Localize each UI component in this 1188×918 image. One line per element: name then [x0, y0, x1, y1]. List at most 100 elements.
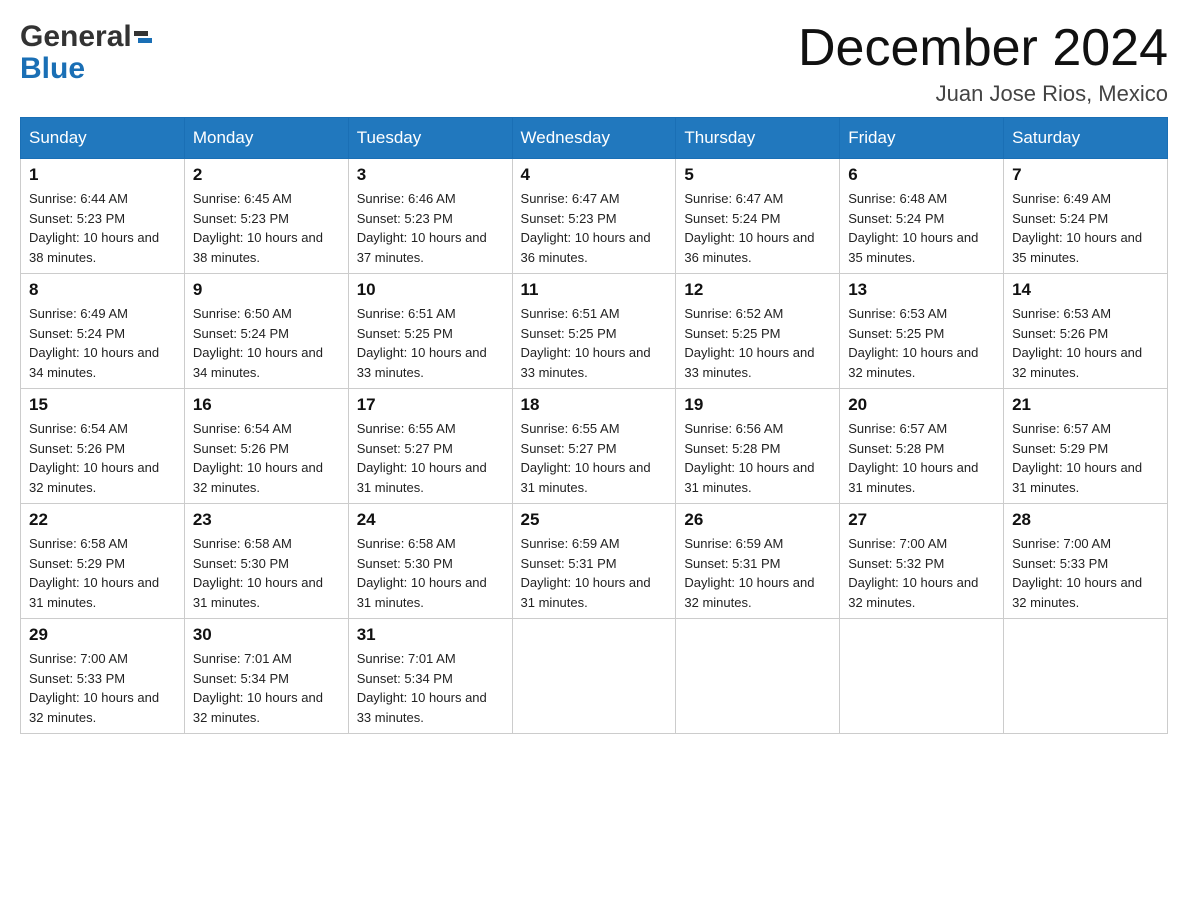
day-number: 11 — [521, 280, 668, 300]
day-info: Sunrise: 7:01 AMSunset: 5:34 PMDaylight:… — [357, 649, 504, 727]
day-number: 13 — [848, 280, 995, 300]
calendar-cell: 30 Sunrise: 7:01 AMSunset: 5:34 PMDayligh… — [184, 619, 348, 734]
calendar-cell — [840, 619, 1004, 734]
header-monday: Monday — [184, 118, 348, 159]
day-info: Sunrise: 6:53 AMSunset: 5:25 PMDaylight:… — [848, 304, 995, 382]
day-info: Sunrise: 6:49 AMSunset: 5:24 PMDaylight:… — [1012, 189, 1159, 267]
day-info: Sunrise: 6:49 AMSunset: 5:24 PMDaylight:… — [29, 304, 176, 382]
calendar-cell: 28 Sunrise: 7:00 AMSunset: 5:33 PMDayligh… — [1004, 504, 1168, 619]
day-info: Sunrise: 6:59 AMSunset: 5:31 PMDaylight:… — [521, 534, 668, 612]
calendar-cell: 17 Sunrise: 6:55 AMSunset: 5:27 PMDayligh… — [348, 389, 512, 504]
calendar-cell: 27 Sunrise: 7:00 AMSunset: 5:32 PMDayligh… — [840, 504, 1004, 619]
month-title: December 2024 — [798, 20, 1168, 77]
week-row-1: 1 Sunrise: 6:44 AMSunset: 5:23 PMDaylight… — [21, 159, 1168, 274]
day-info: Sunrise: 6:48 AMSunset: 5:24 PMDaylight:… — [848, 189, 995, 267]
day-number: 5 — [684, 165, 831, 185]
day-number: 7 — [1012, 165, 1159, 185]
calendar-cell — [676, 619, 840, 734]
calendar-cell: 24 Sunrise: 6:58 AMSunset: 5:30 PMDayligh… — [348, 504, 512, 619]
day-number: 30 — [193, 625, 340, 645]
header-saturday: Saturday — [1004, 118, 1168, 159]
day-number: 1 — [29, 165, 176, 185]
day-number: 10 — [357, 280, 504, 300]
calendar-cell: 7 Sunrise: 6:49 AMSunset: 5:24 PMDaylight… — [1004, 159, 1168, 274]
day-number: 9 — [193, 280, 340, 300]
day-info: Sunrise: 6:58 AMSunset: 5:30 PMDaylight:… — [357, 534, 504, 612]
day-number: 23 — [193, 510, 340, 530]
day-number: 29 — [29, 625, 176, 645]
calendar-cell: 23 Sunrise: 6:58 AMSunset: 5:30 PMDayligh… — [184, 504, 348, 619]
week-row-2: 8 Sunrise: 6:49 AMSunset: 5:24 PMDaylight… — [21, 274, 1168, 389]
day-number: 27 — [848, 510, 995, 530]
day-number: 24 — [357, 510, 504, 530]
calendar-cell: 10Sunrise: 6:51 AMSunset: 5:25 PMDayligh… — [348, 274, 512, 389]
week-row-4: 22 Sunrise: 6:58 AMSunset: 5:29 PMDayligh… — [21, 504, 1168, 619]
day-info: Sunrise: 6:58 AMSunset: 5:30 PMDaylight:… — [193, 534, 340, 612]
logo-text-general: General — [20, 20, 132, 54]
day-number: 18 — [521, 395, 668, 415]
logo: General Blue — [20, 20, 152, 86]
day-info: Sunrise: 6:51 AMSunset: 5:25 PMDaylight:… — [521, 304, 668, 382]
day-info: Sunrise: 6:53 AMSunset: 5:26 PMDaylight:… — [1012, 304, 1159, 382]
day-number: 4 — [521, 165, 668, 185]
day-number: 8 — [29, 280, 176, 300]
day-info: Sunrise: 6:54 AMSunset: 5:26 PMDaylight:… — [193, 419, 340, 497]
day-info: Sunrise: 6:47 AMSunset: 5:23 PMDaylight:… — [521, 189, 668, 267]
day-info: Sunrise: 6:54 AMSunset: 5:26 PMDaylight:… — [29, 419, 176, 497]
day-number: 22 — [29, 510, 176, 530]
calendar-cell: 16 Sunrise: 6:54 AMSunset: 5:26 PMDayligh… — [184, 389, 348, 504]
day-number: 21 — [1012, 395, 1159, 415]
calendar-cell: 31 Sunrise: 7:01 AMSunset: 5:34 PMDayligh… — [348, 619, 512, 734]
page-header: General Blue December 2024 Juan Jose Rio… — [20, 20, 1168, 107]
day-info: Sunrise: 7:00 AMSunset: 5:33 PMDaylight:… — [1012, 534, 1159, 612]
calendar-cell: 14Sunrise: 6:53 AMSunset: 5:26 PMDayligh… — [1004, 274, 1168, 389]
day-info: Sunrise: 6:44 AMSunset: 5:23 PMDaylight:… — [29, 189, 176, 267]
weekday-header-row: Sunday Monday Tuesday Wednesday Thursday… — [21, 118, 1168, 159]
calendar-cell: 21 Sunrise: 6:57 AMSunset: 5:29 PMDayligh… — [1004, 389, 1168, 504]
day-info: Sunrise: 6:57 AMSunset: 5:28 PMDaylight:… — [848, 419, 995, 497]
day-info: Sunrise: 6:57 AMSunset: 5:29 PMDaylight:… — [1012, 419, 1159, 497]
day-info: Sunrise: 6:50 AMSunset: 5:24 PMDaylight:… — [193, 304, 340, 382]
day-number: 2 — [193, 165, 340, 185]
calendar-cell: 18Sunrise: 6:55 AMSunset: 5:27 PMDayligh… — [512, 389, 676, 504]
logo-flag-icon — [134, 31, 152, 43]
week-row-5: 29 Sunrise: 7:00 AMSunset: 5:33 PMDayligh… — [21, 619, 1168, 734]
calendar-cell: 26Sunrise: 6:59 AMSunset: 5:31 PMDayligh… — [676, 504, 840, 619]
calendar-cell: 11 Sunrise: 6:51 AMSunset: 5:25 PMDayligh… — [512, 274, 676, 389]
calendar-cell: 8 Sunrise: 6:49 AMSunset: 5:24 PMDaylight… — [21, 274, 185, 389]
day-number: 3 — [357, 165, 504, 185]
day-number: 19 — [684, 395, 831, 415]
day-info: Sunrise: 6:55 AMSunset: 5:27 PMDaylight:… — [357, 419, 504, 497]
day-number: 20 — [848, 395, 995, 415]
calendar-cell: 22 Sunrise: 6:58 AMSunset: 5:29 PMDayligh… — [21, 504, 185, 619]
calendar-cell: 5 Sunrise: 6:47 AMSunset: 5:24 PMDaylight… — [676, 159, 840, 274]
day-info: Sunrise: 7:00 AMSunset: 5:32 PMDaylight:… — [848, 534, 995, 612]
day-number: 16 — [193, 395, 340, 415]
day-info: Sunrise: 7:01 AMSunset: 5:34 PMDaylight:… — [193, 649, 340, 727]
title-section: December 2024 Juan Jose Rios, Mexico — [798, 20, 1168, 107]
day-info: Sunrise: 6:46 AMSunset: 5:23 PMDaylight:… — [357, 189, 504, 267]
header-thursday: Thursday — [676, 118, 840, 159]
day-info: Sunrise: 6:58 AMSunset: 5:29 PMDaylight:… — [29, 534, 176, 612]
day-number: 12 — [684, 280, 831, 300]
day-number: 25 — [521, 510, 668, 530]
header-sunday: Sunday — [21, 118, 185, 159]
day-info: Sunrise: 6:59 AMSunset: 5:31 PMDaylight:… — [684, 534, 831, 612]
day-number: 31 — [357, 625, 504, 645]
day-info: Sunrise: 6:47 AMSunset: 5:24 PMDaylight:… — [684, 189, 831, 267]
day-info: Sunrise: 7:00 AMSunset: 5:33 PMDaylight:… — [29, 649, 176, 727]
header-friday: Friday — [840, 118, 1004, 159]
day-info: Sunrise: 6:52 AMSunset: 5:25 PMDaylight:… — [684, 304, 831, 382]
calendar-cell: 20 Sunrise: 6:57 AMSunset: 5:28 PMDayligh… — [840, 389, 1004, 504]
calendar-cell: 4 Sunrise: 6:47 AMSunset: 5:23 PMDaylight… — [512, 159, 676, 274]
week-row-3: 15Sunrise: 6:54 AMSunset: 5:26 PMDayligh… — [21, 389, 1168, 504]
day-info: Sunrise: 6:56 AMSunset: 5:28 PMDaylight:… — [684, 419, 831, 497]
calendar-cell: 3 Sunrise: 6:46 AMSunset: 5:23 PMDaylight… — [348, 159, 512, 274]
calendar-cell: 29 Sunrise: 7:00 AMSunset: 5:33 PMDayligh… — [21, 619, 185, 734]
day-number: 28 — [1012, 510, 1159, 530]
calendar-cell: 12 Sunrise: 6:52 AMSunset: 5:25 PMDayligh… — [676, 274, 840, 389]
calendar-cell: 25 Sunrise: 6:59 AMSunset: 5:31 PMDayligh… — [512, 504, 676, 619]
calendar-cell — [1004, 619, 1168, 734]
calendar-cell: 2Sunrise: 6:45 AMSunset: 5:23 PMDaylight… — [184, 159, 348, 274]
day-number: 17 — [357, 395, 504, 415]
